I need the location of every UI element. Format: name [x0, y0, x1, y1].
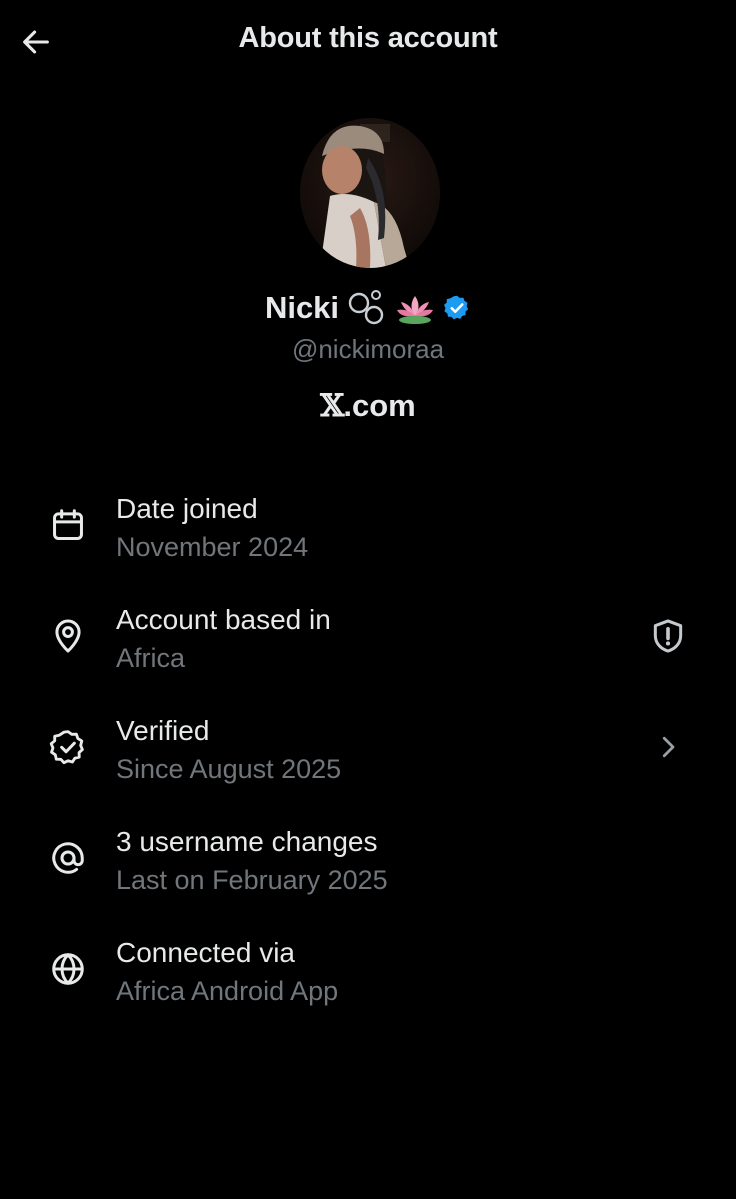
- calendar-icon: [46, 503, 90, 547]
- bubbles-emoji: [347, 288, 387, 328]
- row-subtitle: November 2024: [116, 532, 309, 562]
- lotus-emoji: [395, 290, 435, 326]
- row-subtitle: Africa Android App: [116, 976, 339, 1006]
- globe-icon: [46, 947, 90, 991]
- row-verified[interactable]: Verified Since August 2025: [0, 715, 736, 815]
- username-handle: @nickimoraa: [291, 334, 445, 364]
- location-pin-icon: [46, 614, 90, 658]
- verified-badge-icon[interactable]: [443, 294, 471, 322]
- at-sign-icon: [46, 836, 90, 880]
- row-account-based-in[interactable]: Account based in Africa: [0, 604, 736, 704]
- row-title: 3 username changes: [116, 826, 378, 857]
- chevron-right-icon[interactable]: [646, 725, 690, 769]
- row-title: Date joined: [116, 493, 258, 524]
- row-title: Account based in: [116, 604, 331, 635]
- row-date-joined: Date joined November 2024: [0, 493, 736, 593]
- row-username-changes: 3 username changes Last on February 2025: [0, 826, 736, 926]
- verified-badge-outline-icon: [46, 725, 90, 769]
- x-com-label: 𝕏 .com: [0, 388, 736, 424]
- display-name: Nicki: [264, 290, 340, 325]
- top-bar: About this account: [0, 0, 736, 84]
- display-name-row: Nicki: [0, 288, 736, 328]
- row-title: Connected via: [116, 937, 296, 968]
- row-subtitle: Last on February 2025: [116, 865, 388, 895]
- row-subtitle: Since August 2025: [116, 754, 342, 784]
- avatar[interactable]: [300, 118, 440, 268]
- row-subtitle: Africa: [116, 643, 186, 673]
- site-suffix: .com: [343, 388, 416, 423]
- row-connected-via: Connected via Africa Android App: [0, 937, 736, 1037]
- row-title: Verified: [116, 715, 210, 746]
- x-logo-icon: 𝕏: [320, 388, 344, 424]
- profile-photo: [300, 118, 440, 268]
- shield-alert-icon[interactable]: [646, 614, 690, 658]
- page-title: About this account: [238, 22, 498, 54]
- about-account-screen: About this account Nicki @nickimoraa 𝕏 .…: [0, 0, 736, 1199]
